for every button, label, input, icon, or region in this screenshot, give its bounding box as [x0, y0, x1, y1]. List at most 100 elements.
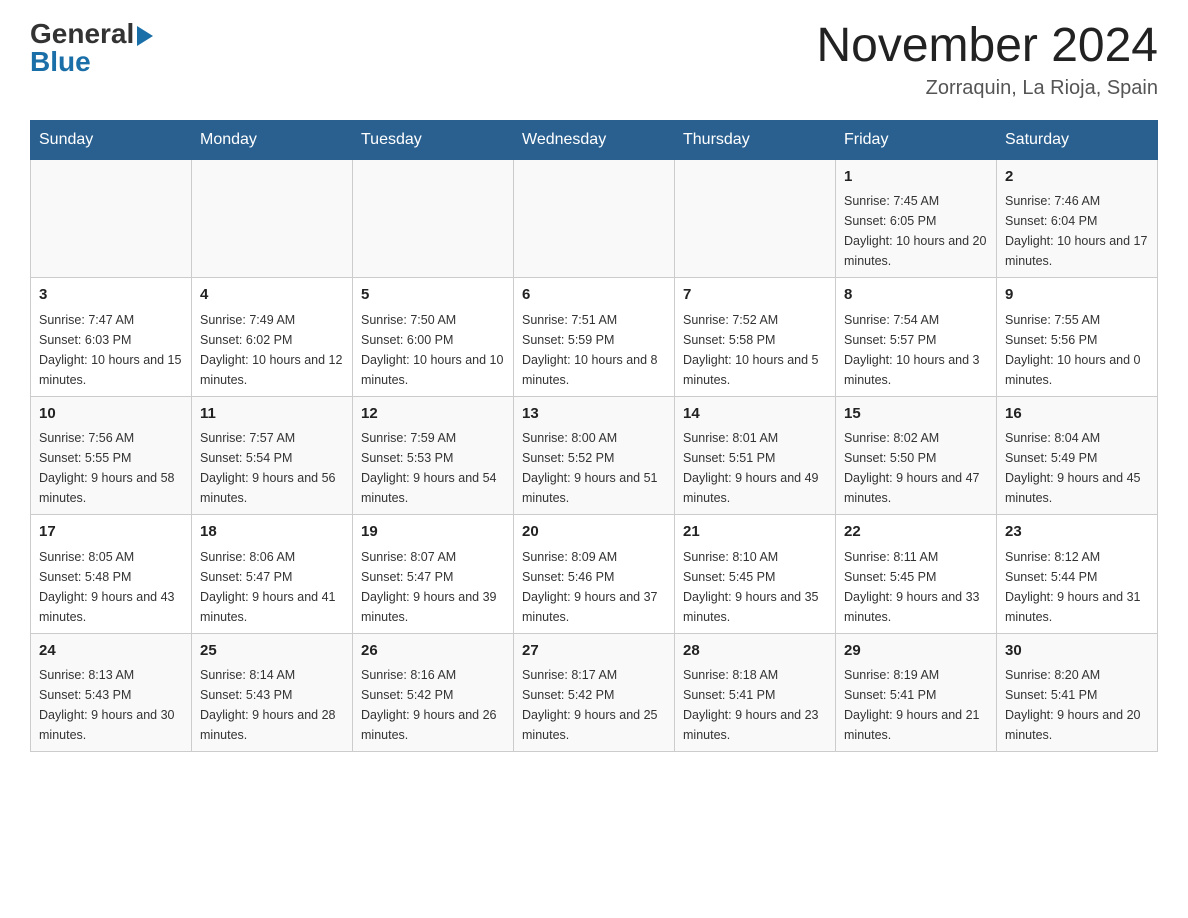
- table-row: 28Sunrise: 8:18 AM Sunset: 5:41 PM Dayli…: [675, 633, 836, 752]
- day-number: 17: [39, 521, 183, 544]
- table-row: 11Sunrise: 7:57 AM Sunset: 5:54 PM Dayli…: [192, 396, 353, 515]
- day-number: 25: [200, 640, 344, 663]
- day-number: 18: [200, 521, 344, 544]
- table-row: 21 Sunrise: 8:10 AM Sunset: 5:45 PM Dayli…: [675, 515, 836, 634]
- col-sunday: Sunday: [31, 120, 192, 159]
- day-info: Sunrise: 8:11 AM Sunset: 5:45 PM Dayligh…: [844, 547, 988, 627]
- table-row: 23 Sunrise: 8:12 AM Sunset: 5:44 PM Dayli…: [997, 515, 1158, 634]
- day-info: Sunrise: 7:45 AM Sunset: 6:05 PM Dayligh…: [844, 191, 988, 271]
- day-number: 26: [361, 640, 505, 663]
- calendar-header-row: Sunday Monday Tuesday Wednesday Thursday…: [31, 120, 1158, 159]
- table-row: 2Sunrise: 7:46 AM Sunset: 6:04 PM Daylig…: [997, 159, 1158, 278]
- day-number: 11: [200, 403, 344, 426]
- col-saturday: Saturday: [997, 120, 1158, 159]
- col-thursday: Thursday: [675, 120, 836, 159]
- day-info: Sunrise: 7:56 AM Sunset: 5:55 PM Dayligh…: [39, 428, 183, 508]
- day-number: 7: [683, 284, 827, 307]
- day-info: Sunrise: 8:14 AM Sunset: 5:43 PM Dayligh…: [200, 665, 344, 745]
- col-friday: Friday: [836, 120, 997, 159]
- day-number: 29: [844, 640, 988, 663]
- day-info: Sunrise: 8:06 AM Sunset: 5:47 PM Dayligh…: [200, 547, 344, 627]
- logo-general-text: General: [30, 20, 153, 48]
- day-info: Sunrise: 7:54 AM Sunset: 5:57 PM Dayligh…: [844, 310, 988, 390]
- day-info: Sunrise: 8:09 AM Sunset: 5:46 PM Dayligh…: [522, 547, 666, 627]
- table-row: 30Sunrise: 8:20 AM Sunset: 5:41 PM Dayli…: [997, 633, 1158, 752]
- day-number: 16: [1005, 403, 1149, 426]
- day-number: 19: [361, 521, 505, 544]
- day-number: 14: [683, 403, 827, 426]
- day-info: Sunrise: 8:13 AM Sunset: 5:43 PM Dayligh…: [39, 665, 183, 745]
- day-number: 6: [522, 284, 666, 307]
- table-row: 19 Sunrise: 8:07 AM Sunset: 5:47 PM Dayli…: [353, 515, 514, 634]
- day-number: 22: [844, 521, 988, 544]
- table-row: 15Sunrise: 8:02 AM Sunset: 5:50 PM Dayli…: [836, 396, 997, 515]
- table-row: [192, 159, 353, 278]
- day-number: 9: [1005, 284, 1149, 307]
- table-row: [31, 159, 192, 278]
- day-info: Sunrise: 8:10 AM Sunset: 5:45 PM Dayligh…: [683, 547, 827, 627]
- logo-blue-text: Blue: [30, 48, 91, 76]
- day-number: 1: [844, 166, 988, 189]
- col-tuesday: Tuesday: [353, 120, 514, 159]
- day-number: 13: [522, 403, 666, 426]
- day-number: 3: [39, 284, 183, 307]
- day-info: Sunrise: 8:20 AM Sunset: 5:41 PM Dayligh…: [1005, 665, 1149, 745]
- day-number: 5: [361, 284, 505, 307]
- calendar-week-row: 24Sunrise: 8:13 AM Sunset: 5:43 PM Dayli…: [31, 633, 1158, 752]
- calendar-week-row: 3Sunrise: 7:47 AM Sunset: 6:03 PM Daylig…: [31, 278, 1158, 397]
- day-info: Sunrise: 7:51 AM Sunset: 5:59 PM Dayligh…: [522, 310, 666, 390]
- day-info: Sunrise: 8:18 AM Sunset: 5:41 PM Dayligh…: [683, 665, 827, 745]
- day-info: Sunrise: 7:52 AM Sunset: 5:58 PM Dayligh…: [683, 310, 827, 390]
- table-row: 18 Sunrise: 8:06 AM Sunset: 5:47 PM Dayli…: [192, 515, 353, 634]
- table-row: 10Sunrise: 7:56 AM Sunset: 5:55 PM Dayli…: [31, 396, 192, 515]
- day-number: 4: [200, 284, 344, 307]
- day-info: Sunrise: 7:50 AM Sunset: 6:00 PM Dayligh…: [361, 310, 505, 390]
- day-info: Sunrise: 7:57 AM Sunset: 5:54 PM Dayligh…: [200, 428, 344, 508]
- col-wednesday: Wednesday: [514, 120, 675, 159]
- day-info: Sunrise: 7:49 AM Sunset: 6:02 PM Dayligh…: [200, 310, 344, 390]
- day-number: 2: [1005, 166, 1149, 189]
- day-number: 8: [844, 284, 988, 307]
- day-info: Sunrise: 8:07 AM Sunset: 5:47 PM Dayligh…: [361, 547, 505, 627]
- title-block: November 2024 Zorraquin, La Rioja, Spain: [816, 20, 1158, 100]
- table-row: 29Sunrise: 8:19 AM Sunset: 5:41 PM Dayli…: [836, 633, 997, 752]
- table-row: 27Sunrise: 8:17 AM Sunset: 5:42 PM Dayli…: [514, 633, 675, 752]
- day-info: Sunrise: 8:00 AM Sunset: 5:52 PM Dayligh…: [522, 428, 666, 508]
- table-row: 3Sunrise: 7:47 AM Sunset: 6:03 PM Daylig…: [31, 278, 192, 397]
- table-row: 6 Sunrise: 7:51 AM Sunset: 5:59 PM Daylig…: [514, 278, 675, 397]
- day-number: 23: [1005, 521, 1149, 544]
- day-number: 24: [39, 640, 183, 663]
- table-row: 25Sunrise: 8:14 AM Sunset: 5:43 PM Dayli…: [192, 633, 353, 752]
- calendar-table: Sunday Monday Tuesday Wednesday Thursday…: [30, 120, 1158, 753]
- day-info: Sunrise: 8:19 AM Sunset: 5:41 PM Dayligh…: [844, 665, 988, 745]
- day-info: Sunrise: 7:46 AM Sunset: 6:04 PM Dayligh…: [1005, 191, 1149, 271]
- table-row: 12Sunrise: 7:59 AM Sunset: 5:53 PM Dayli…: [353, 396, 514, 515]
- day-number: 27: [522, 640, 666, 663]
- table-row: 8 Sunrise: 7:54 AM Sunset: 5:57 PM Daylig…: [836, 278, 997, 397]
- main-title: November 2024: [816, 20, 1158, 73]
- day-number: 28: [683, 640, 827, 663]
- day-number: 20: [522, 521, 666, 544]
- table-row: 13Sunrise: 8:00 AM Sunset: 5:52 PM Dayli…: [514, 396, 675, 515]
- day-info: Sunrise: 8:12 AM Sunset: 5:44 PM Dayligh…: [1005, 547, 1149, 627]
- table-row: 4 Sunrise: 7:49 AM Sunset: 6:02 PM Daylig…: [192, 278, 353, 397]
- table-row: 26Sunrise: 8:16 AM Sunset: 5:42 PM Dayli…: [353, 633, 514, 752]
- day-number: 21: [683, 521, 827, 544]
- table-row: 24Sunrise: 8:13 AM Sunset: 5:43 PM Dayli…: [31, 633, 192, 752]
- day-info: Sunrise: 8:01 AM Sunset: 5:51 PM Dayligh…: [683, 428, 827, 508]
- table-row: [353, 159, 514, 278]
- day-info: Sunrise: 7:59 AM Sunset: 5:53 PM Dayligh…: [361, 428, 505, 508]
- table-row: 14Sunrise: 8:01 AM Sunset: 5:51 PM Dayli…: [675, 396, 836, 515]
- table-row: 5 Sunrise: 7:50 AM Sunset: 6:00 PM Daylig…: [353, 278, 514, 397]
- day-number: 12: [361, 403, 505, 426]
- calendar-week-row: 10Sunrise: 7:56 AM Sunset: 5:55 PM Dayli…: [31, 396, 1158, 515]
- table-row: 22 Sunrise: 8:11 AM Sunset: 5:45 PM Dayli…: [836, 515, 997, 634]
- day-info: Sunrise: 8:16 AM Sunset: 5:42 PM Dayligh…: [361, 665, 505, 745]
- table-row: 9Sunrise: 7:55 AM Sunset: 5:56 PM Daylig…: [997, 278, 1158, 397]
- table-row: [514, 159, 675, 278]
- day-number: 10: [39, 403, 183, 426]
- table-row: 20 Sunrise: 8:09 AM Sunset: 5:46 PM Dayli…: [514, 515, 675, 634]
- logo: General Blue: [30, 20, 153, 76]
- day-info: Sunrise: 8:04 AM Sunset: 5:49 PM Dayligh…: [1005, 428, 1149, 508]
- table-row: 7 Sunrise: 7:52 AM Sunset: 5:58 PM Daylig…: [675, 278, 836, 397]
